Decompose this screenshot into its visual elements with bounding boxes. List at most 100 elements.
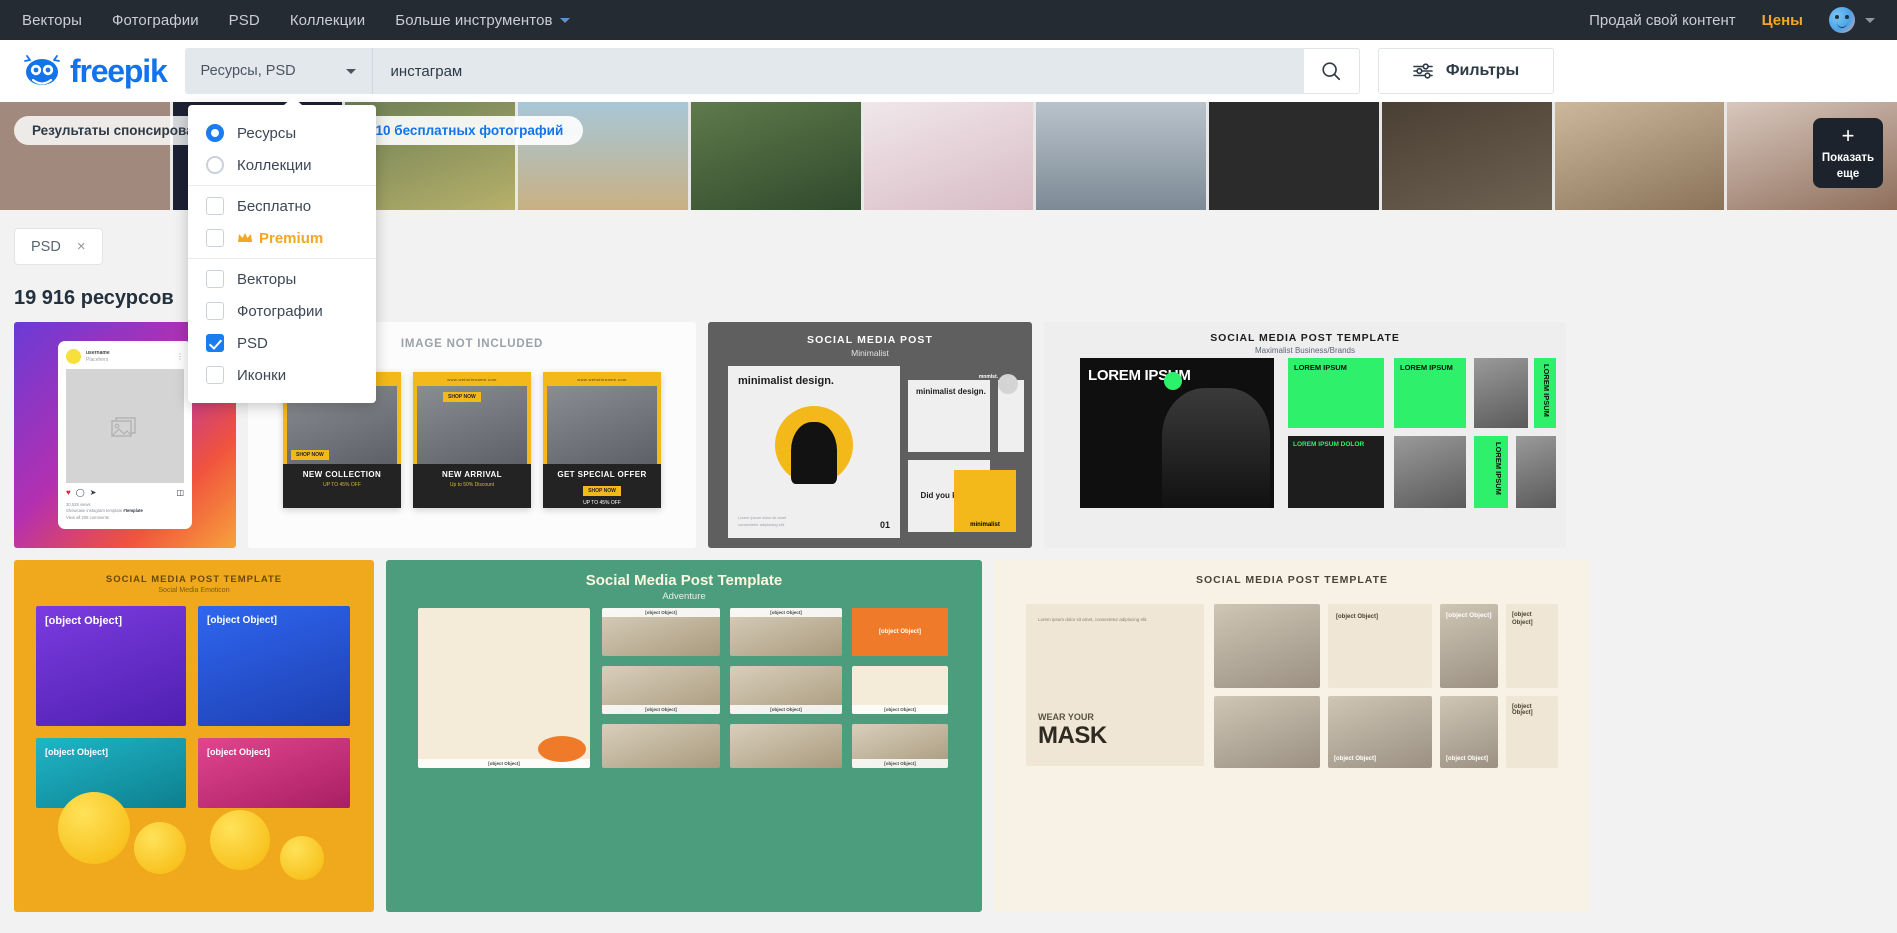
more-options-icon: ⋮ [176, 352, 184, 361]
post-url: www.websitename.com [577, 377, 627, 382]
search-input[interactable] [390, 62, 1286, 80]
post-band: NEW COLLECTION UP TO 45% OFF [283, 464, 401, 508]
emoji-icon [280, 836, 324, 880]
instagram-comments-link: View all 208 comments [66, 514, 109, 520]
minimalist-badge-post: minimalist [954, 470, 1016, 532]
freepik-logo[interactable]: freepik [22, 52, 168, 90]
search-submit-button[interactable] [1303, 48, 1360, 94]
mask-photo-tile [1214, 604, 1320, 688]
dropdown-check-vectors[interactable]: Векторы [188, 263, 376, 295]
dropdown-check-icons[interactable]: Иконки [188, 359, 376, 391]
sponsored-thumb[interactable] [1381, 102, 1552, 210]
adventure-tile: [object Object] [852, 724, 948, 768]
dropdown-check-premium[interactable]: Premium [188, 222, 376, 254]
maximalist-title: SOCIAL MEDIA POST TEMPLATE [1210, 332, 1400, 344]
radio-icon [206, 156, 224, 174]
maximalist-tile: LOREM IPSUM [1474, 436, 1508, 508]
sponsored-thumb[interactable] [863, 102, 1034, 210]
dropdown-check-psd[interactable]: PSD [188, 327, 376, 359]
image-placeholder [66, 369, 184, 484]
maximalist-accent-dot [1164, 372, 1182, 390]
search-type-value: Ресурсы, PSD [200, 63, 296, 79]
show-more-button[interactable]: + Показать еще [1813, 118, 1883, 188]
dropdown-radio-resources[interactable]: Ресурсы [188, 117, 376, 149]
instagram-caption: 30,528 views Showcase instagram template… [66, 502, 184, 521]
mask-body-text: Lorem ipsum dolor sit amet, consectetur … [1038, 617, 1148, 622]
instagram-caption-user: Showcase instagram template [66, 508, 123, 514]
freepik-wordmark: freepik [70, 52, 168, 89]
dropdown-item-label: Premium [259, 229, 324, 247]
chevron-down-icon [559, 17, 570, 23]
result-card-minimalist[interactable]: SOCIAL MEDIA POST Minimalist minimalist … [708, 322, 1032, 548]
minimalist-brand-dot [998, 374, 1018, 394]
show-more-line1: Показать [1821, 152, 1875, 165]
search-field-group: Ресурсы, PSD [184, 48, 1360, 94]
post-subtitle: UP TO 45% OFF [583, 500, 621, 506]
chevron-down-icon [1865, 17, 1875, 23]
filters-button-label: Фильтры [1445, 62, 1520, 79]
emoticon-tile: [object Object] [198, 606, 350, 726]
sell-content-link[interactable]: Продай свой контент [1589, 12, 1736, 29]
active-filter-chip-psd[interactable]: PSD × [14, 228, 103, 265]
nav-photos[interactable]: Фотографии [112, 12, 199, 29]
nav-collections-label: Коллекции [289, 11, 366, 29]
dropdown-item-label: Иконки [237, 366, 287, 384]
post-tag: SHOP NOW [291, 450, 329, 460]
maximalist-tile: LOREM IPSUM [1534, 358, 1556, 428]
image-icon [111, 417, 136, 437]
sponsored-thumb[interactable] [1036, 102, 1207, 210]
result-card-mask[interactable]: SOCIAL MEDIA POST TEMPLATE WEAR YOUR MAS… [994, 560, 1590, 912]
sponsored-thumb[interactable] [1209, 102, 1379, 210]
result-card-adventure[interactable]: Social Media Post Template Adventure [ob… [386, 560, 982, 912]
maximalist-photo-tile [1474, 358, 1528, 428]
post-tag: SHOP NOW [443, 392, 481, 402]
dropdown-check-photos[interactable]: Фотографии [188, 295, 376, 327]
minimalist-badge-text: minimalist [970, 522, 1000, 528]
dropdown-item-label: Бесплатно [237, 197, 312, 215]
show-more-line2: еще [1836, 167, 1860, 180]
result-card-emoticon[interactable]: SOCIAL MEDIA POST TEMPLATE Social Media … [14, 560, 374, 912]
adventure-tile: [object Object] [602, 608, 720, 656]
mask-tile-text: [object Object] [1446, 756, 1489, 762]
pricing-link[interactable]: Цены [1762, 12, 1803, 29]
minimalist-title: SOCIAL MEDIA POST [806, 334, 934, 346]
chevron-down-icon [345, 68, 356, 74]
top-nav-right: Продай свой контент Цены [1589, 7, 1875, 33]
checkbox-icon [206, 197, 224, 215]
post-title: NEW COLLECTION [302, 470, 382, 479]
filters-button[interactable]: Фильтры [1377, 48, 1554, 94]
dropdown-item-label: Векторы [237, 270, 297, 288]
post-title: GET SPECIAL OFFER [557, 470, 647, 479]
minimalist-portrait [775, 405, 853, 484]
sponsored-thumb[interactable] [1554, 102, 1725, 210]
mask-tile-text: [object Object] [1334, 756, 1377, 762]
dropdown-item-label: Коллекции [237, 156, 312, 174]
chip-label: PSD [31, 238, 61, 255]
search-type-select[interactable]: Ресурсы, PSD [184, 48, 373, 94]
share-icon: ➤ [89, 488, 97, 498]
nav-psd[interactable]: PSD [229, 12, 260, 29]
instagram-post-header: username Placehers ⋮ [66, 349, 184, 364]
nav-more-tools[interactable]: Больше инструментов [395, 12, 570, 29]
minimalist-subtitle: Minimalist [851, 348, 889, 358]
adventure-tile: [object Object] [730, 666, 842, 714]
adventure-badge [538, 736, 586, 762]
dropdown-check-free[interactable]: Бесплатно [188, 190, 376, 222]
close-icon[interactable]: × [77, 238, 86, 255]
nav-collections[interactable]: Коллекции [290, 12, 365, 29]
checkbox-icon [206, 366, 224, 384]
fashion-post: www.websitename.com SHOP NOW NEW ARRIVAL… [413, 372, 531, 508]
post-subtitle: UP TO 45% OFF [323, 482, 361, 488]
user-menu[interactable] [1829, 7, 1875, 33]
emoji-icon [210, 810, 270, 870]
post-photo [547, 386, 657, 464]
adventure-accent-tile: [object Object] [852, 608, 948, 656]
results-count: 19 916 ресурсов [14, 287, 174, 309]
result-card-maximalist[interactable]: SOCIAL MEDIA POST TEMPLATE Maximalist Bu… [1044, 322, 1566, 548]
sponsored-thumb[interactable] [690, 102, 861, 210]
nav-vectors[interactable]: Векторы [22, 12, 82, 29]
dropdown-radio-collections[interactable]: Коллекции [188, 149, 376, 181]
dropdown-item-label: Фотографии [237, 302, 323, 320]
minimalist-main-post: minimalist design. Lorem ipsum dolor sit… [728, 366, 900, 538]
post-url: www.websitename.com [447, 377, 497, 382]
